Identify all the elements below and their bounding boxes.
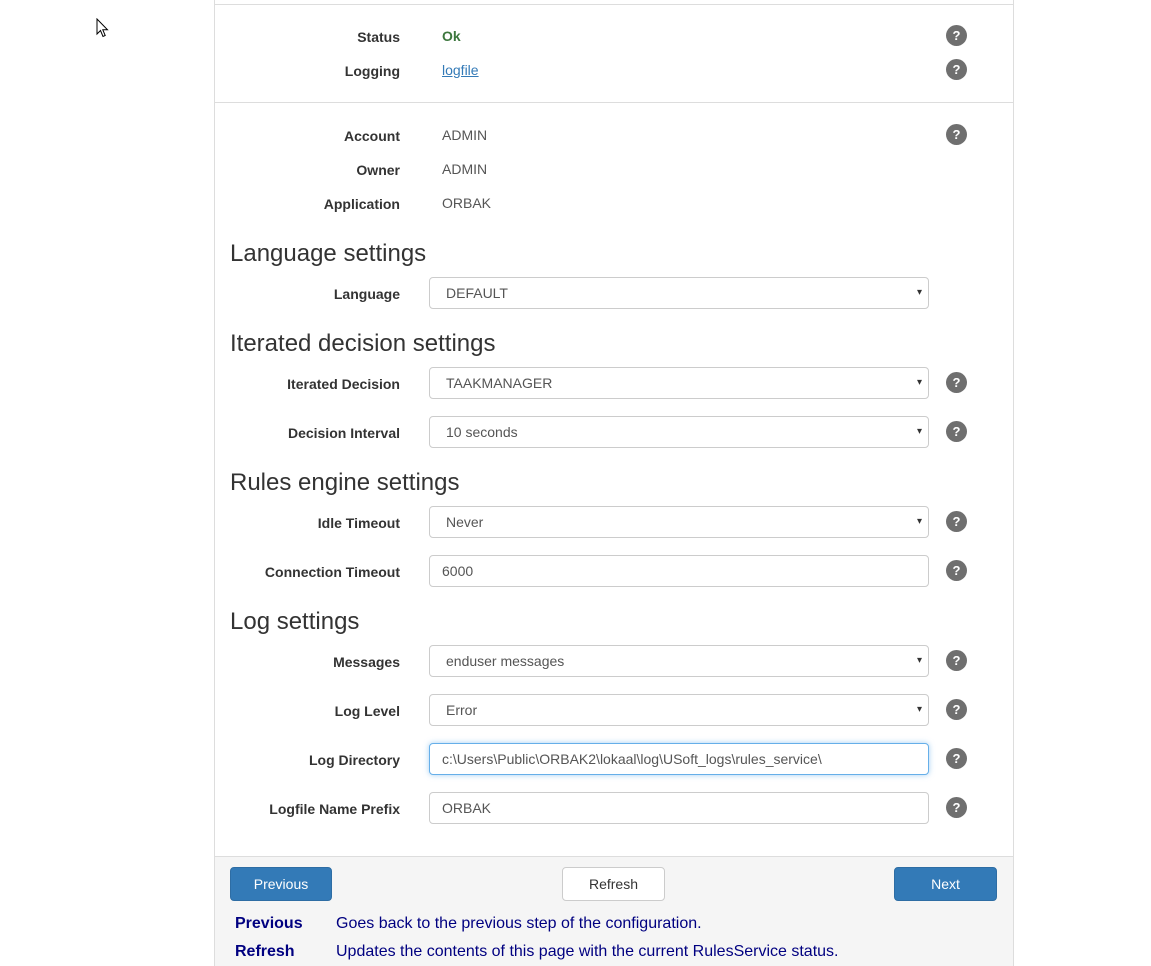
messages-help-icon[interactable]: ? — [946, 650, 967, 671]
status-label: Status — [357, 29, 400, 45]
previous-description-key: Previous — [235, 915, 303, 932]
chevron-down-icon: ▾ — [916, 287, 922, 298]
messages-label: Messages — [333, 654, 400, 670]
decision-interval-selected-value: 10 seconds — [446, 424, 518, 440]
decision-interval-select[interactable]: 10 seconds ▾ — [429, 416, 929, 448]
application-value: ORBAK — [442, 195, 492, 211]
log-level-selected-value: Error — [446, 702, 478, 718]
idle-timeout-select[interactable]: Never ▾ — [429, 506, 929, 538]
idle-timeout-label: Idle Timeout — [317, 515, 400, 531]
connection-timeout-label: Connection Timeout — [264, 564, 400, 580]
log-level-select[interactable]: Error ▾ — [429, 694, 929, 726]
chevron-down-icon: ▾ — [916, 426, 922, 437]
log-directory-label: Log Directory — [308, 752, 400, 768]
language-selected-value: DEFAULT — [446, 285, 508, 301]
log-settings-heading: Log settings — [230, 608, 360, 635]
configuration-panel: Status Ok ? Logging logfile ? Account AD… — [214, 0, 1014, 966]
logging-help-icon[interactable]: ? — [946, 59, 967, 80]
connection-timeout-help-icon[interactable]: ? — [946, 560, 967, 581]
language-settings-heading: Language settings — [230, 240, 427, 267]
iterated-decision-selected-value: TAAKMANAGER — [446, 375, 553, 391]
owner-label: Owner — [356, 162, 400, 178]
next-button[interactable]: Next — [894, 867, 997, 901]
chevron-down-icon: ▾ — [916, 655, 922, 666]
refresh-button[interactable]: Refresh — [562, 867, 665, 901]
refresh-description-text: Updates the contents of this page with t… — [336, 943, 839, 960]
status-value: Ok — [442, 28, 461, 44]
status-help-icon[interactable]: ? — [946, 25, 967, 46]
logfile-prefix-help-icon[interactable]: ? — [946, 797, 967, 818]
log-directory-help-icon[interactable]: ? — [946, 748, 967, 769]
chevron-down-icon: ▾ — [916, 704, 922, 715]
logfile-prefix-input[interactable] — [429, 792, 929, 824]
language-label: Language — [333, 286, 400, 302]
account-value: ADMIN — [442, 127, 488, 143]
account-label: Account — [344, 128, 400, 144]
iterated-decision-select[interactable]: TAAKMANAGER ▾ — [429, 367, 929, 399]
decision-interval-label: Decision Interval — [287, 425, 400, 441]
section-divider — [215, 102, 1013, 103]
iterated-decision-label: Iterated Decision — [287, 376, 400, 392]
mouse-cursor-icon — [96, 18, 109, 38]
previous-description-text: Goes back to the previous step of the co… — [336, 915, 702, 932]
application-label: Application — [323, 196, 400, 212]
language-select[interactable]: DEFAULT ▾ — [429, 277, 929, 309]
idle-timeout-help-icon[interactable]: ? — [946, 511, 967, 532]
rules-engine-heading: Rules engine settings — [230, 469, 460, 496]
top-divider — [215, 4, 1013, 5]
messages-select[interactable]: enduser messages ▾ — [429, 645, 929, 677]
logfile-prefix-label: Logfile Name Prefix — [269, 801, 400, 817]
log-level-label: Log Level — [334, 703, 400, 719]
iterated-decision-help-icon[interactable]: ? — [946, 372, 967, 393]
chevron-down-icon: ▾ — [916, 516, 922, 527]
previous-button[interactable]: Previous — [230, 867, 332, 901]
logfile-link[interactable]: logfile — [442, 62, 479, 78]
owner-value: ADMIN — [442, 161, 488, 177]
logging-label: Logging — [344, 63, 400, 79]
log-level-help-icon[interactable]: ? — [946, 699, 967, 720]
decision-interval-help-icon[interactable]: ? — [946, 421, 967, 442]
refresh-description-key: Refresh — [235, 943, 295, 960]
iterated-decision-heading: Iterated decision settings — [230, 330, 496, 357]
chevron-down-icon: ▾ — [916, 377, 922, 388]
messages-selected-value: enduser messages — [446, 653, 565, 669]
connection-timeout-input[interactable] — [429, 555, 929, 587]
idle-timeout-selected-value: Never — [446, 514, 484, 530]
log-directory-input[interactable] — [429, 743, 929, 775]
account-help-icon[interactable]: ? — [946, 124, 967, 145]
wizard-footer: Previous Refresh Next Previous Goes back… — [215, 856, 1013, 966]
